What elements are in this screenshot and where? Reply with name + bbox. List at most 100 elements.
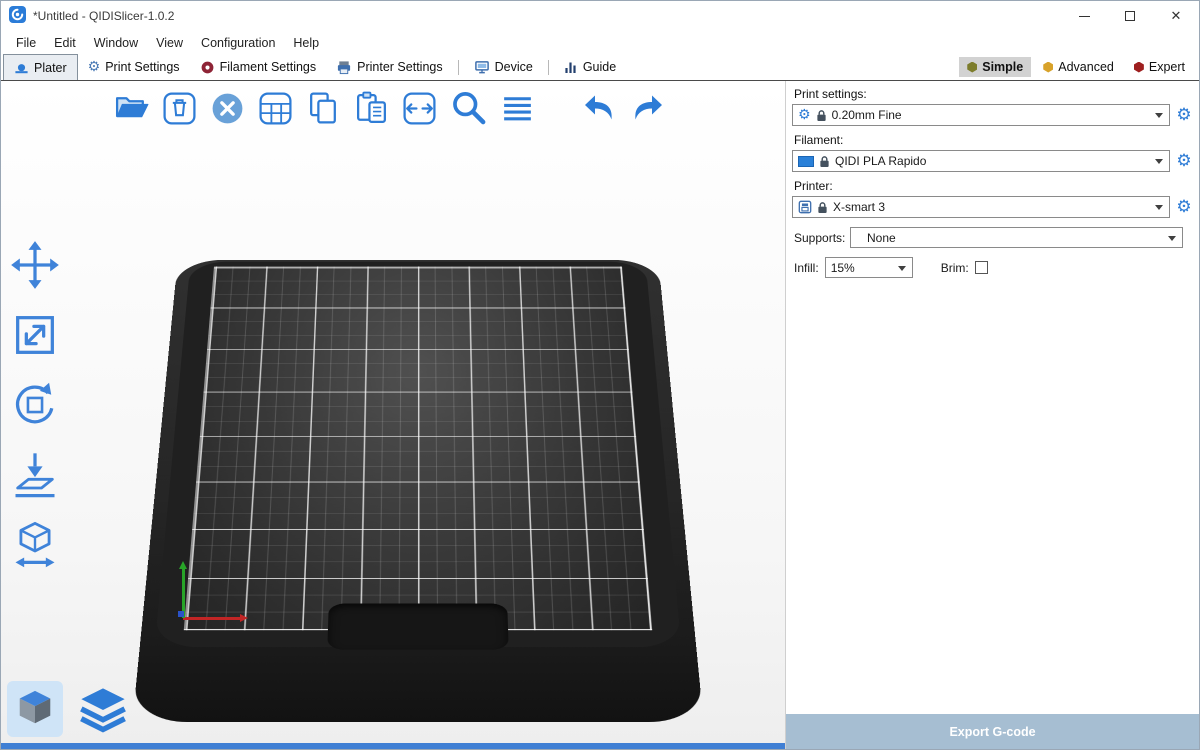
mode-label: Expert [1149,60,1185,74]
tab-printer-settings[interactable]: Printer Settings [326,54,452,80]
split-objects-button[interactable] [401,90,438,130]
paste-icon [353,90,390,130]
infill-combo[interactable]: 15% [825,257,913,278]
trash-icon [161,90,198,130]
3d-viewport[interactable] [1,81,785,749]
menu-view[interactable]: View [147,33,192,53]
tab-filament-settings[interactable]: Filament Settings [190,54,327,80]
gizmo-toolbar [9,239,61,574]
app-logo-icon [9,6,26,26]
gear-icon: ⚙ [88,60,101,74]
device-monitor-icon [474,60,490,75]
main-area: Print settings: ⚙ 0.20mm Fine ⚙ Filament… [1,81,1199,749]
tab-separator [458,60,459,75]
x-circle-icon [209,90,246,130]
tab-guide[interactable]: Guide [554,54,626,80]
minimize-button[interactable] [1061,1,1107,31]
print-settings-row: ⚙ 0.20mm Fine ⚙ [792,104,1193,126]
supports-row: Supports: None [794,227,1191,248]
chevron-down-icon [1168,236,1176,241]
bed-frame [132,260,703,722]
print-settings-combo[interactable]: ⚙ 0.20mm Fine [792,104,1170,126]
printer-combo[interactable]: X-smart 3 [792,196,1170,218]
menu-edit[interactable]: Edit [45,33,85,53]
arrange-grid-icon [257,90,294,130]
z-axis-indicator [178,611,184,617]
simple-mode-dot [967,62,977,73]
tab-separator [548,60,549,75]
paste-button[interactable] [353,90,390,130]
menu-window[interactable]: Window [85,33,147,53]
minimize-icon [1079,16,1090,17]
place-on-face-tool-button[interactable] [9,449,61,504]
maximize-button[interactable] [1107,1,1153,31]
brim-checkbox[interactable] [975,261,988,274]
preview-layers-view-button[interactable] [77,686,129,737]
measure-tool-button[interactable] [9,519,61,574]
tab-label: Printer Settings [357,60,442,74]
redo-button[interactable] [629,91,665,130]
printer-icon [336,60,352,75]
window-title: *Untitled - QIDISlicer-1.0.2 [33,9,174,23]
lock-icon [817,201,828,214]
arrange-button[interactable] [257,90,294,130]
menu-configuration[interactable]: Configuration [192,33,284,53]
titlebar: *Untitled - QIDISlicer-1.0.2 ✕ [1,1,1199,31]
tab-device[interactable]: Device [464,54,543,80]
mode-advanced[interactable]: Advanced [1035,57,1122,77]
open-file-button[interactable] [113,90,150,130]
print-bed [132,260,703,722]
print-settings-gear-button[interactable]: ⚙ [1175,107,1193,124]
filament-gear-button[interactable]: ⚙ [1175,153,1193,170]
infill-value: 15% [831,261,855,275]
print-settings-label: Print settings: [794,87,1193,101]
open-folder-icon [113,90,150,130]
tab-plater[interactable]: Plater [3,54,78,80]
close-button[interactable]: ✕ [1153,1,1199,31]
filament-row: QIDI PLA Rapido ⚙ [792,150,1193,172]
menu-help[interactable]: Help [284,33,328,53]
gear-icon: ⚙ [798,108,811,122]
mode-simple[interactable]: Simple [959,57,1031,77]
supports-value: None [867,231,896,245]
printer-row: X-smart 3 ⚙ [792,196,1193,218]
bed-grid-surface [184,267,652,631]
rotate-tool-button[interactable] [9,379,61,434]
filament-spool-icon [200,60,215,75]
bed-rim [155,262,682,647]
delete-all-button[interactable] [209,90,246,130]
measure-icon [9,560,61,574]
plater-toolbar [113,89,665,131]
search-button[interactable] [449,89,488,131]
export-gcode-button[interactable]: Export G-code [786,714,1199,749]
mode-label: Simple [982,60,1023,74]
printer-gear-button[interactable]: ⚙ [1175,199,1193,216]
delete-button[interactable] [161,90,198,130]
menu-file[interactable]: File [7,33,45,53]
layers-stack-icon [77,686,129,737]
variable-layer-height-button[interactable] [499,90,536,130]
window-controls: ✕ [1061,1,1199,31]
filament-color-swatch [798,156,814,167]
mode-expert[interactable]: Expert [1126,57,1193,77]
3d-editor-view-button[interactable] [7,681,63,737]
undo-button[interactable] [582,91,618,130]
scale-tool-button[interactable] [9,309,61,364]
supports-combo[interactable]: None [850,227,1183,248]
move-tool-button[interactable] [9,239,61,294]
view-switcher [7,681,129,737]
search-icon [449,89,488,131]
scale-icon [9,350,61,364]
layer-slider-bar[interactable] [1,743,785,749]
infill-label: Infill: [794,261,819,275]
print-settings-value: 0.20mm Fine [832,108,902,122]
redo-arrow-icon [629,91,665,130]
copy-button[interactable] [305,90,342,130]
lock-icon [816,109,827,122]
tab-print-settings[interactable]: ⚙ Print Settings [78,54,190,80]
bed-handle [327,603,508,649]
chevron-down-icon [1155,113,1163,118]
filament-combo[interactable]: QIDI PLA Rapido [792,150,1170,172]
brim-label: Brim: [941,261,969,275]
tab-label: Device [495,60,533,74]
